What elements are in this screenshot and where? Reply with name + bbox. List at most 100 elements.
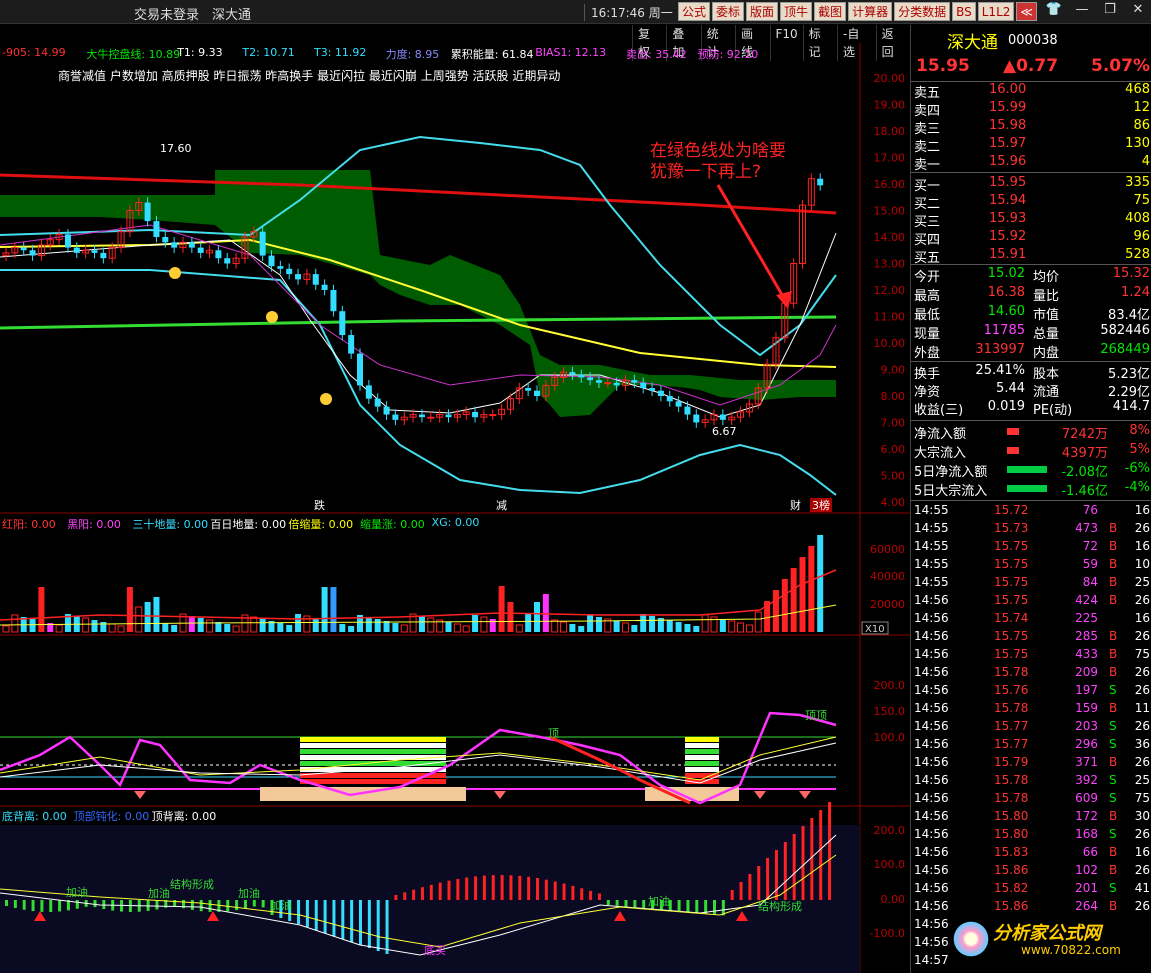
stat-label: 流通 [1033,385,1060,400]
top-button[interactable]: 分类数据 [894,2,951,21]
top-button[interactable]: 计算器 [848,2,893,21]
flow-label: 净流入额 [914,427,967,442]
macd-bar [500,875,504,900]
candle-body [20,247,27,251]
tick-count: 16 [1134,503,1150,517]
tick-count: 16 [1134,845,1150,859]
volume-bar [799,557,806,632]
order-book-row[interactable]: 买五 15.91 528 [911,247,1151,266]
window-stock-name: 深大通 [212,8,252,23]
order-volume: 75 [1133,193,1150,208]
volume-bar [772,590,779,632]
macd-bar [49,900,53,912]
candle-body [100,252,107,259]
order-book-row[interactable]: 买三 15.93 408 [911,211,1151,230]
volume-bar [117,625,125,633]
y-tick-label: 11.00 [874,311,906,324]
close-icon[interactable]: ✕ [1129,2,1147,17]
order-book-row[interactable]: 卖一 15.96 4 [911,154,1151,173]
indicator-value: T3: 11.92 [314,46,367,59]
volume-bar [719,619,726,632]
top-button[interactable]: 公式 [678,2,711,21]
tick-side: B [1109,845,1118,859]
candle-body [374,398,381,407]
volume-bar [498,586,505,632]
chart-toolbar-button[interactable]: 标记 [802,25,837,61]
macd-signal-label: 结构形成 [170,877,214,891]
top-button[interactable]: 版面 [746,2,779,21]
macd-bar [190,900,194,910]
order-book-row[interactable]: 买一 15.95 335 [911,175,1151,194]
tick-volume: 59 [1082,557,1098,571]
macd-bar [146,900,150,911]
order-book-row[interactable]: 卖五 16.00 468 [911,82,1151,101]
smiley-icon [266,311,278,323]
top-toolbar: 公式 委标 版面 顶牛 截图 计算器 分类数据 BS L1L2 ≪ [678,2,1037,21]
top-button[interactable]: 委标 [712,2,745,21]
candle-body [91,250,98,253]
shirt-icon[interactable]: 👕 [1045,2,1063,17]
volume-bar [693,626,700,632]
order-volume: 130 [1125,136,1150,151]
macd-bar [102,900,106,910]
volume-bar [728,620,736,633]
tick-volume: 72 [1082,539,1098,553]
order-book-row[interactable]: 买四 15.92 96 [911,229,1151,248]
price-change-pct: 5.07% [1091,56,1150,76]
signal-block [685,767,719,772]
top-button[interactable]: BS [952,2,976,21]
tick-time: 14:56 [914,683,949,697]
candle-body [595,380,602,383]
tick-time: 14:56 [914,755,949,769]
top-button[interactable]: L1L2 [977,2,1015,21]
candle-body [427,416,435,419]
top-button[interactable]: ≪ [1016,2,1037,21]
volume-bar [277,623,284,632]
volume-bar [534,602,540,632]
macd-y-tick: 0.00 [881,893,906,906]
kline-chart[interactable]: 20.00 19.00 18.00 17.00 16.00 15.00 14.00 13.00… [0,25,910,973]
signal-block [685,743,719,748]
macd-bar [615,900,619,906]
top-button[interactable]: 顶牛 [780,2,813,21]
stat-label: 今开 [914,270,941,285]
order-price: 15.95 [989,175,1027,190]
y-tick-label: 12.00 [874,284,906,297]
flow-row: 净流入额 7242万 8% [911,423,1151,442]
stat-value: 582446 [1100,323,1150,338]
chart-toolbar-button[interactable]: -自选 [837,25,876,61]
macd-bar [509,875,513,900]
restore-icon[interactable]: ❐ [1101,2,1119,17]
diamond-icon [754,791,766,799]
chart-toolbar-button[interactable]: F10 [769,25,803,61]
indicator-value: T2: 10.71 [242,46,295,59]
minimize-icon[interactable]: — [1073,2,1091,17]
flower-logo-icon [951,919,991,959]
order-book-row[interactable]: 卖四 15.99 12 [911,100,1151,119]
order-book-row[interactable]: 卖二 15.97 130 [911,136,1151,155]
tick-row: 14:56 15.77 296 S 36 [911,736,1151,754]
indicator-value: 大牛控盘线: 10.89 [86,48,181,61]
indicator-value: 三十地量: 0.00 [132,518,209,531]
tick-row: 14:56 15.80 172 B 30 [911,808,1151,826]
order-book-row[interactable]: 卖三 15.98 86 [911,118,1151,137]
candle-body [365,385,372,399]
volume-bar [348,626,355,632]
top-button[interactable]: 截图 [814,2,847,21]
tick-count: 26 [1134,719,1150,733]
candle-body [392,414,399,420]
signal-block [300,761,446,766]
volume-bar [675,622,682,632]
volume-bar [392,623,399,632]
order-label: 买一 [914,179,941,194]
diamond-icon [799,791,811,799]
order-book-row[interactable]: 买二 15.94 75 [911,193,1151,212]
flow-value: -1.46亿 [1061,484,1108,499]
tick-time: 14:56 [914,935,949,949]
stat-value: 2.29亿 [1108,385,1150,400]
macd-bar [5,900,8,906]
price-row: 15.95 ▲0.77 5.07% [911,56,1151,78]
chart-toolbar-button[interactable]: 返回 [875,25,910,61]
tick-row: 14:56 15.78 392 S 25 [911,772,1151,790]
stat-label: 最低 [914,308,941,323]
